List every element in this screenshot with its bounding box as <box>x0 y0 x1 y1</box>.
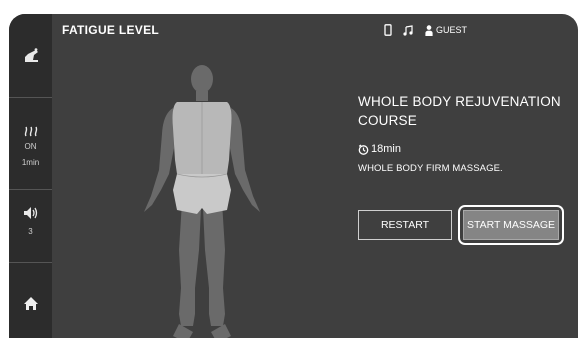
heat-state: ON <box>24 142 37 151</box>
body-figure <box>144 65 260 338</box>
user-name: GUEST <box>436 25 468 35</box>
volume-button[interactable]: 3 <box>9 206 52 237</box>
music-note-icon <box>403 24 413 36</box>
course-description: WHOLE BODY FIRM MASSAGE. <box>358 163 503 174</box>
home-button[interactable] <box>9 296 52 316</box>
restart-button[interactable]: RESTART <box>358 210 452 240</box>
massage-chair-icon <box>24 48 38 62</box>
course-duration: 18min <box>358 143 401 155</box>
page-title: FATIGUE LEVEL <box>62 23 160 37</box>
heat-duration: 1min <box>21 158 40 167</box>
course-name: WHOLE BODY REJUVENATION COURSE <box>358 94 561 128</box>
device-screen: ON 1min 3 FATIGUE LEVEL GUEST WHOLE BODY… <box>9 14 578 338</box>
timer-icon <box>358 144 369 155</box>
sidebar: ON 1min 3 <box>9 14 52 338</box>
course-duration-value: 18min <box>371 143 401 155</box>
speaker-icon <box>23 207 37 219</box>
heat-button[interactable]: ON 1min <box>9 124 52 168</box>
person-icon <box>425 24 433 36</box>
massage-chair-button[interactable] <box>9 48 52 69</box>
status-bar: GUEST <box>384 22 467 38</box>
start-massage-button[interactable]: START MASSAGE <box>463 210 559 240</box>
volume-level: 3 <box>28 227 33 236</box>
phone-icon <box>384 24 392 36</box>
home-icon <box>23 297 38 310</box>
heat-icon <box>24 126 37 137</box>
